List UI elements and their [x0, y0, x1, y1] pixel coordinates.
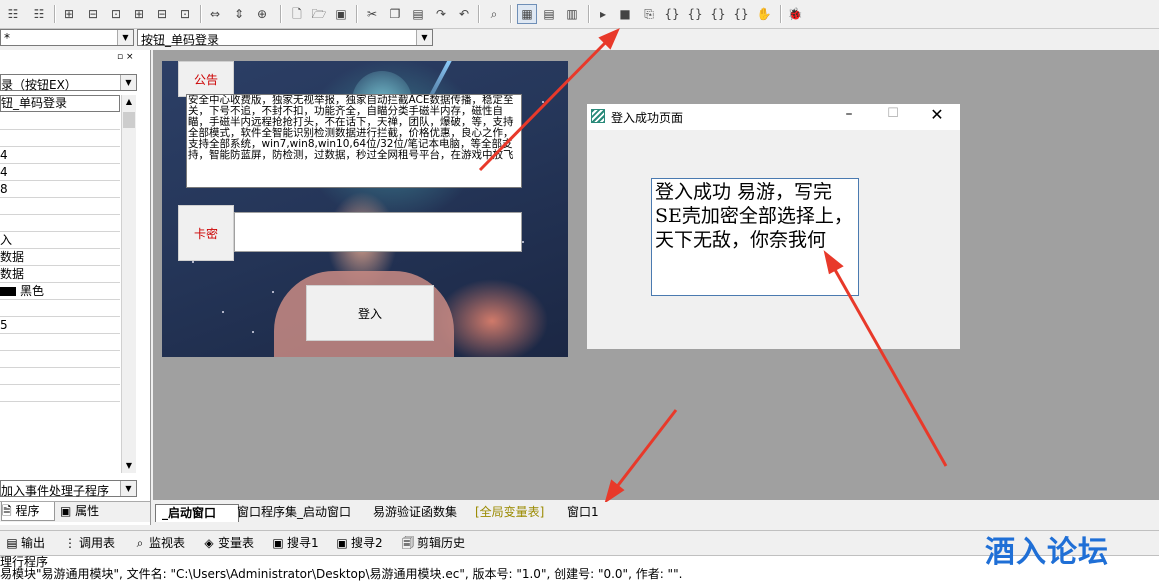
- tab-verify-functions[interactable]: 易游验证函数集: [373, 504, 457, 521]
- editor-tabs: _启动窗口 窗口程序集_启动窗口 易游验证函数集 [全局变量表] 窗口1: [153, 502, 1159, 522]
- tab-variable-table[interactable]: ◈ 变量表: [203, 535, 254, 551]
- tab-window-assembly[interactable]: 窗口程序集_启动窗口: [237, 504, 351, 521]
- output-icon: ▤: [6, 536, 18, 550]
- annotation-arrow: [478, 40, 608, 172]
- tab-startup-window[interactable]: _启动窗口: [155, 504, 239, 522]
- tab-watch-table[interactable]: ⌕ 监视表: [134, 535, 185, 551]
- annotation-arrow: [832, 267, 948, 467]
- tab-global-variables[interactable]: [全局变量表]: [475, 504, 544, 521]
- tab-clip-history[interactable]: 🗐 剪辑历史: [402, 535, 465, 551]
- variable-icon: ◈: [204, 536, 214, 550]
- tab-output[interactable]: ▤ 输出: [6, 535, 45, 551]
- tab-call-table[interactable]: ⋮ 调用表: [64, 535, 115, 551]
- forum-watermark: 酒入论坛: [985, 535, 1109, 570]
- tab-search2[interactable]: ▣ 搜寻2: [336, 535, 382, 551]
- tab-window1[interactable]: 窗口1: [567, 504, 599, 521]
- call-table-icon: ⋮: [64, 536, 76, 550]
- annotation-arrows: [478, 28, 948, 504]
- arrow-head: [823, 250, 844, 275]
- search-result-icon: ▣: [336, 536, 348, 550]
- tab-search1[interactable]: ▣ 搜寻1: [272, 535, 318, 551]
- search-icon: ⌕: [136, 536, 144, 550]
- annotation-arrow: [614, 409, 678, 489]
- search-result-icon: ▣: [272, 536, 284, 550]
- clipboard-icon: 🗐: [402, 536, 414, 550]
